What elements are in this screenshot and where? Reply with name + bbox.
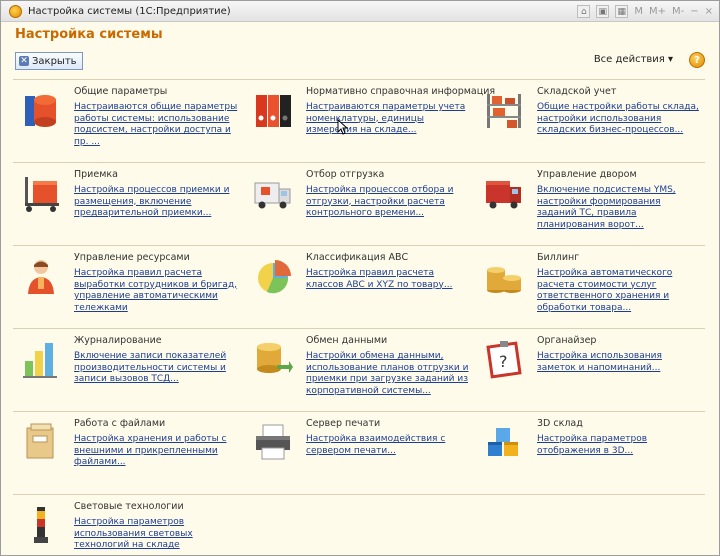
section-title: Складской учет	[537, 86, 617, 97]
section-resources: Управление ресурсами Настройка правил ра…	[13, 246, 243, 328]
memory-button[interactable]: M	[634, 6, 643, 17]
section-link[interactable]: Настраиваются параметры учета номенклату…	[306, 102, 471, 137]
delivery-truck-icon	[254, 182, 291, 209]
1c-app-icon	[9, 4, 22, 18]
red-truck-icon	[486, 181, 521, 209]
warehouse-shelves-icon	[487, 94, 521, 128]
signal-light-icon	[34, 507, 48, 543]
file-box-icon	[26, 423, 54, 459]
section-link[interactable]: Настройка правил расчета выработки сотру…	[74, 268, 239, 314]
svg-text:?: ?	[499, 352, 508, 371]
settings-grid: Общие параметры Настраиваются общие пара…	[13, 79, 705, 555]
section-3d-warehouse: 3D склад Настройка параметров отображени…	[476, 412, 706, 494]
all-actions-menu[interactable]: Все действия ▾	[594, 54, 673, 65]
home-icon[interactable]: ⌂	[577, 4, 591, 18]
worker-icon	[28, 260, 54, 294]
page-title: Настройка системы	[15, 27, 163, 42]
data-exchange-icon	[257, 343, 293, 373]
section-data-exchange: Обмен данными Настройки обмена данными, …	[245, 329, 475, 411]
pie-chart-icon	[258, 260, 291, 294]
settings-row: Работа с файлами Настройка хранения и ра…	[13, 411, 705, 494]
section-billing: Биллинг Настройка автоматического расчет…	[476, 246, 706, 328]
section-title: Общие параметры	[74, 86, 168, 97]
database-icon	[25, 95, 56, 127]
window-controls: ⌂ ▣ ▦ M M+ M- − ×	[577, 4, 713, 18]
section-picking-shipping: Отбор отгрузка Настройка процессов отбор…	[245, 163, 475, 245]
help-button[interactable]: ?	[689, 52, 705, 68]
settings-row: Журналирование Включение записи показате…	[13, 328, 705, 411]
section-logging: Журналирование Включение записи показате…	[13, 329, 243, 411]
close-window-button[interactable]: ×	[705, 6, 713, 17]
section-link[interactable]: Настройка хранения и работы с внешними и…	[74, 434, 239, 469]
section-title: Приемка	[74, 169, 118, 180]
section-general: Общие параметры Настраиваются общие пара…	[13, 80, 243, 162]
memory-minus-button[interactable]: M-	[672, 6, 684, 17]
section-title: Сервер печати	[306, 418, 381, 429]
section-title: Журналирование	[74, 335, 162, 346]
section-organizer: ? Органайзер Настройка использования зам…	[476, 329, 706, 411]
section-link[interactable]: Включение подсистемы YMS, настройки форм…	[537, 185, 702, 231]
section-link[interactable]: Настройка использования заметок и напоми…	[537, 351, 702, 374]
command-bar: ✕ Закрыть Все действия ▾ ?	[15, 52, 705, 74]
section-title: Биллинг	[537, 252, 580, 263]
organizer-note-icon: ?	[486, 341, 522, 379]
section-title: Органайзер	[537, 335, 597, 346]
pallet-jack-icon	[25, 177, 59, 212]
memory-plus-button[interactable]: M+	[649, 6, 666, 17]
bar-chart-icon	[23, 343, 57, 378]
section-title: Работа с файлами	[74, 418, 166, 429]
section-title: Классификация АВС	[306, 252, 409, 263]
calc-icon[interactable]: ▦	[615, 4, 629, 18]
section-files: Работа с файлами Настройка хранения и ра…	[13, 412, 243, 494]
section-link[interactable]: Настройка автоматического расчета стоимо…	[537, 268, 702, 314]
section-link[interactable]: Включение записи показателей производите…	[74, 351, 239, 386]
binders-icon	[256, 95, 291, 127]
section-title: Отбор отгрузка	[306, 169, 385, 180]
section-link[interactable]: Настройка процессов приемки и размещения…	[74, 185, 239, 220]
section-warehouse: Складской учет Общие настройки работы ск…	[476, 80, 706, 162]
section-link[interactable]: Настройка параметров использования свето…	[74, 517, 239, 552]
section-link[interactable]: Настройки обмена данными, использование …	[306, 351, 471, 397]
printer-icon	[256, 424, 290, 460]
section-title: Нормативно справочная информация	[306, 86, 496, 97]
main-window: Настройка системы (1С:Предприятие) ⌂ ▣ ▦…	[0, 0, 720, 556]
section-link[interactable]: Настройка правил расчета классов ABC и X…	[306, 268, 471, 291]
mouse-pointer-icon	[337, 119, 349, 135]
minimize-button[interactable]: −	[690, 6, 698, 17]
section-yard-management: Управление двором Включение подсистемы Y…	[476, 163, 706, 245]
section-receiving: Приемка Настройка процессов приемки и ра…	[13, 163, 243, 245]
window-titlebar: Настройка системы (1С:Предприятие) ⌂ ▣ ▦…	[1, 1, 719, 22]
section-title: Управление ресурсами	[74, 252, 190, 263]
section-link[interactable]: Общие настройки работы склада, настройки…	[537, 102, 702, 137]
coins-icon	[487, 267, 521, 293]
section-title: Световые технологии	[74, 501, 184, 512]
section-link[interactable]: Настройка параметров отображения в 3D...	[537, 434, 702, 457]
3d-cubes-icon	[488, 428, 518, 456]
settings-row: Световые технологии Настройка параметров…	[13, 494, 705, 555]
settings-row: Управление ресурсами Настройка правил ра…	[13, 245, 705, 328]
window-title: Настройка системы (1С:Предприятие)	[28, 5, 231, 17]
section-link[interactable]: Настройка взаимодействия с сервером печа…	[306, 434, 471, 457]
section-title: 3D склад	[537, 418, 583, 429]
section-title: Обмен данными	[306, 335, 388, 346]
settings-row: Приемка Настройка процессов приемки и ра…	[13, 162, 705, 245]
section-reference-info: Нормативно справочная информация Настраи…	[245, 80, 495, 162]
section-abc: Классификация АВС Настройка правил расче…	[245, 246, 475, 328]
close-icon: ✕	[19, 56, 29, 66]
section-title: Управление двором	[537, 169, 637, 180]
section-light-tech: Световые технологии Настройка параметров…	[13, 495, 243, 555]
section-link[interactable]: Настраиваются общие параметры работы сис…	[74, 102, 239, 148]
copy-icon[interactable]: ▣	[596, 4, 610, 18]
section-print-server: Сервер печати Настройка взаимодействия с…	[245, 412, 475, 494]
close-button[interactable]: ✕ Закрыть	[15, 52, 83, 70]
close-button-label: Закрыть	[32, 55, 77, 67]
settings-row: Общие параметры Настраиваются общие пара…	[13, 79, 705, 162]
section-link[interactable]: Настройка процессов отбора и отгрузки, н…	[306, 185, 471, 220]
